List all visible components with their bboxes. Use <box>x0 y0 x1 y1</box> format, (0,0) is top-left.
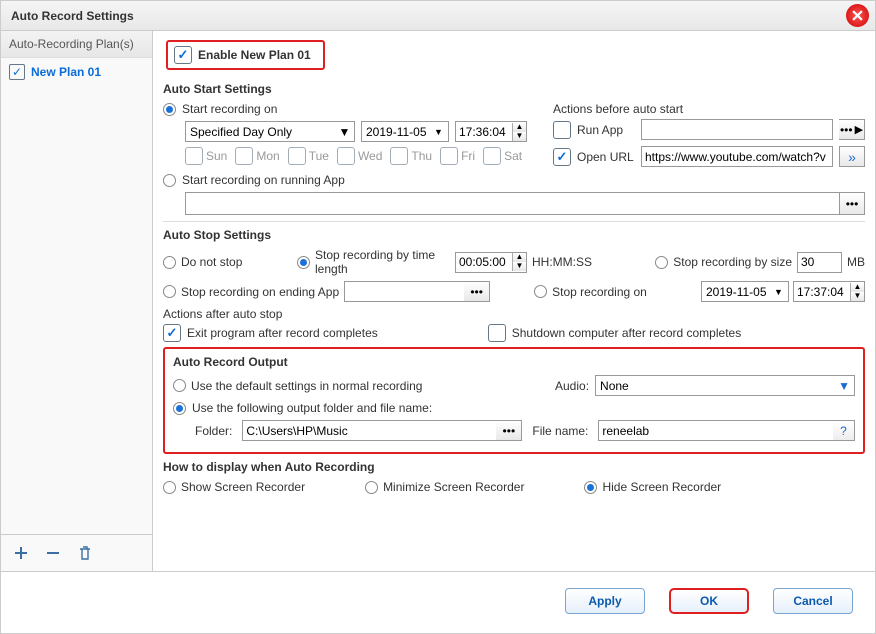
stop-by-length-radio[interactable] <box>297 256 310 269</box>
running-app-input[interactable] <box>185 192 839 215</box>
stop-length-input[interactable]: ▲▼ <box>455 252 527 273</box>
actions-before-label: Actions before auto start <box>553 102 865 116</box>
auto-record-dialog: Auto Record Settings Auto-Recording Plan… <box>0 0 876 634</box>
trash-icon <box>78 545 92 561</box>
sidebar-toolbar <box>1 534 152 571</box>
file-name-label: File name: <box>532 424 588 438</box>
enable-plan-checkbox[interactable] <box>174 46 192 64</box>
sidebar-item-plan-1[interactable]: ✓ New Plan 01 <box>1 58 152 86</box>
chevron-down-icon: ▼ <box>771 287 786 297</box>
minus-icon <box>45 545 61 561</box>
chevron-down-icon: ▼ <box>838 379 850 393</box>
actions-after-label: Actions after auto stop <box>163 307 865 321</box>
run-app-checkbox[interactable] <box>553 121 571 139</box>
open-url-label: Open URL <box>577 150 635 164</box>
audio-select[interactable]: None▼ <box>595 375 855 396</box>
stop-on-ending-radio[interactable] <box>163 285 176 298</box>
weekday-row: Sun Mon Tue Wed Thu Fri Sat <box>185 147 533 165</box>
stop-on-time-radio[interactable] <box>534 285 547 298</box>
spin-down-icon[interactable]: ▼ <box>513 262 526 271</box>
dialog-footer: Apply OK Cancel <box>1 571 875 629</box>
file-name-help-button[interactable]: ? <box>833 420 855 441</box>
ending-app-browse-button[interactable]: ••• <box>464 281 490 302</box>
folder-label: Folder: <box>195 424 232 438</box>
close-button[interactable] <box>846 4 869 27</box>
chevron-down-icon: ▼ <box>431 127 446 137</box>
spin-down-icon[interactable]: ▼ <box>851 292 864 301</box>
shutdown-checkbox[interactable] <box>488 324 506 342</box>
check-icon: ✓ <box>9 64 25 80</box>
enable-plan-label: Enable New Plan 01 <box>198 48 311 62</box>
running-app-browse-button[interactable]: ••• <box>839 192 865 215</box>
display-minimize-radio[interactable] <box>365 481 378 494</box>
day-fri-checkbox[interactable] <box>440 147 458 165</box>
audio-label: Audio: <box>555 379 589 393</box>
plus-icon <box>13 545 29 561</box>
titlebar: Auto Record Settings <box>1 1 875 31</box>
schedule-select[interactable]: Specified Day Only▼ <box>185 121 355 142</box>
open-url-checkbox[interactable] <box>553 148 571 166</box>
run-app-input[interactable] <box>641 119 833 140</box>
auto-record-output-frame: Auto Record Output Use the default setti… <box>163 347 865 454</box>
sidebar: Auto-Recording Plan(s) ✓ New Plan 01 <box>1 31 153 571</box>
sidebar-item-label: New Plan 01 <box>31 65 101 79</box>
auto-start-title: Auto Start Settings <box>163 82 865 96</box>
start-on-app-label: Start recording on running App <box>182 173 345 187</box>
cancel-button[interactable]: Cancel <box>773 588 853 614</box>
output-default-radio[interactable] <box>173 379 186 392</box>
start-time-input[interactable]: ▲▼ <box>455 121 527 142</box>
ok-button[interactable]: OK <box>669 588 749 614</box>
remove-plan-button[interactable] <box>43 543 63 563</box>
folder-browse-button[interactable]: ••• <box>496 420 522 441</box>
open-url-input[interactable] <box>641 146 833 167</box>
file-name-input[interactable] <box>598 420 833 441</box>
triangle-right-icon: ▶ <box>855 123 863 136</box>
day-mon-checkbox[interactable] <box>235 147 253 165</box>
day-sun-checkbox[interactable] <box>185 147 203 165</box>
day-sat-checkbox[interactable] <box>483 147 501 165</box>
auto-stop-title: Auto Stop Settings <box>163 228 865 242</box>
folder-input[interactable] <box>242 420 496 441</box>
display-show-radio[interactable] <box>163 481 176 494</box>
day-tue-checkbox[interactable] <box>288 147 306 165</box>
do-not-stop-radio[interactable] <box>163 256 176 269</box>
sidebar-header: Auto-Recording Plan(s) <box>1 31 152 58</box>
run-app-label: Run App <box>577 123 635 137</box>
close-icon <box>852 10 863 21</box>
delete-plan-button[interactable] <box>75 543 95 563</box>
open-url-go-button[interactable]: » <box>839 146 865 167</box>
day-thu-checkbox[interactable] <box>390 147 408 165</box>
start-on-app-radio[interactable] <box>163 174 176 187</box>
start-on-label: Start recording on <box>182 102 277 116</box>
add-plan-button[interactable] <box>11 543 31 563</box>
spin-down-icon[interactable]: ▼ <box>513 132 526 141</box>
running-app-row: ••• <box>185 192 865 215</box>
chevron-down-icon: ▼ <box>337 125 352 139</box>
main-panel: Enable New Plan 01 Auto Start Settings S… <box>153 31 875 571</box>
run-app-browse-button[interactable]: •••▶ <box>839 119 865 140</box>
stop-time-input[interactable]: ▲▼ <box>793 281 865 302</box>
day-wed-checkbox[interactable] <box>337 147 355 165</box>
output-custom-radio[interactable] <box>173 402 186 415</box>
start-on-radio[interactable] <box>163 103 176 116</box>
display-title: How to display when Auto Recording <box>163 460 865 474</box>
window-title: Auto Record Settings <box>11 9 134 23</box>
stop-size-input[interactable] <box>797 252 842 273</box>
ending-app-input[interactable] <box>344 281 464 302</box>
output-title: Auto Record Output <box>173 355 855 369</box>
exit-program-checkbox[interactable] <box>163 324 181 342</box>
start-date-input[interactable]: 2019-11-05▼ <box>361 121 449 142</box>
display-hide-radio[interactable] <box>584 481 597 494</box>
stop-date-input[interactable]: 2019-11-05▼ <box>701 281 789 302</box>
stop-by-size-radio[interactable] <box>655 256 668 269</box>
enable-plan-box: Enable New Plan 01 <box>166 40 325 70</box>
apply-button[interactable]: Apply <box>565 588 645 614</box>
